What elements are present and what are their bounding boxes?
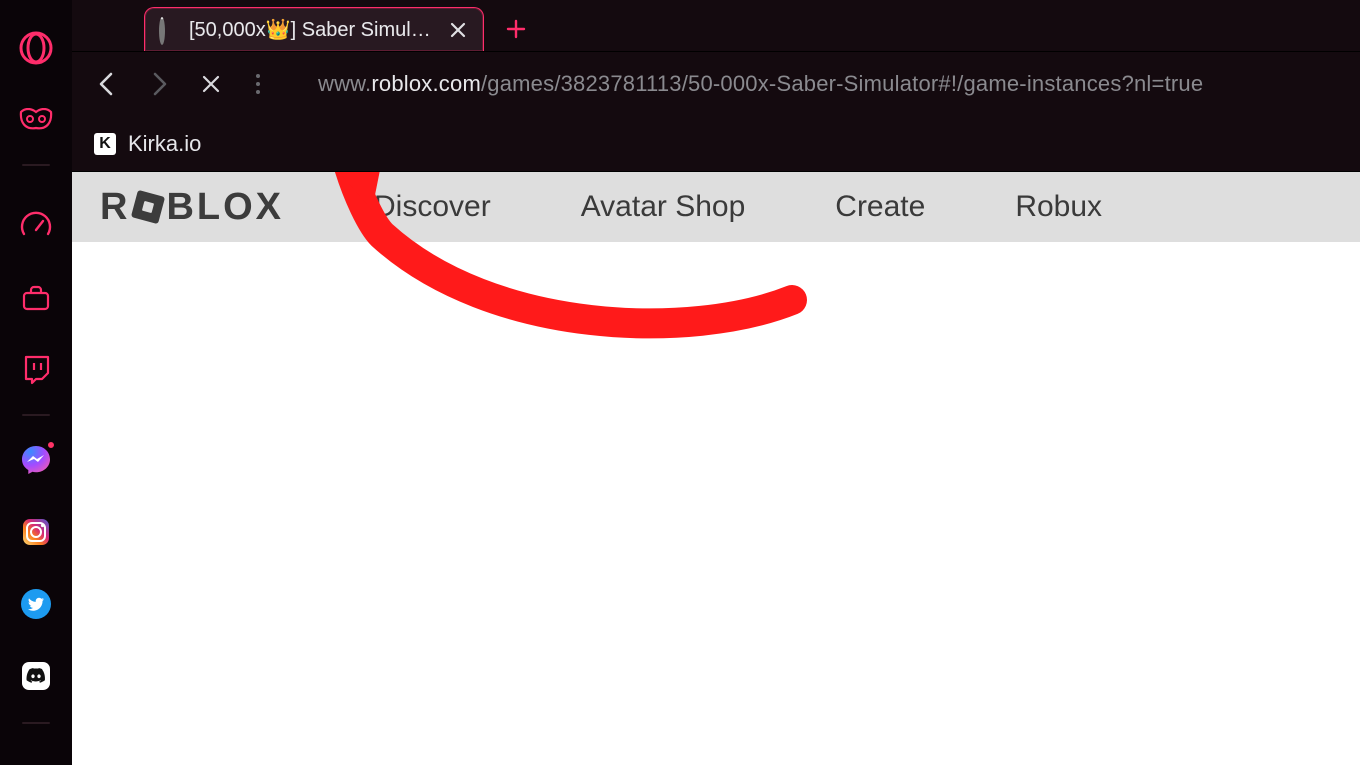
roblox-nav-robux[interactable]: Robux	[1015, 190, 1102, 224]
roblox-nav-avatar-shop[interactable]: Avatar Shop	[581, 190, 746, 224]
sidebar-separator	[22, 414, 50, 416]
twitch-icon	[22, 355, 50, 385]
discord-button[interactable]	[14, 654, 58, 698]
roblox-logo[interactable]: R BLOX	[100, 186, 284, 229]
tab-strip-spacer	[80, 7, 136, 51]
nav-menu-button[interactable]	[246, 67, 270, 101]
roblox-nav-create[interactable]: Create	[835, 190, 925, 224]
bookmark-favicon: K	[94, 133, 116, 155]
kebab-icon	[255, 73, 261, 95]
close-icon	[201, 74, 221, 94]
bookmarks-bar: K Kirka.io	[72, 116, 1360, 172]
main-column: [50,000x👑] Saber Simulator	[72, 0, 1360, 765]
opera-logo-button[interactable]	[14, 26, 58, 70]
twitch-button[interactable]	[14, 348, 58, 392]
tab-close-button[interactable]	[447, 19, 469, 41]
chevron-right-icon	[148, 71, 170, 97]
messenger-button[interactable]	[14, 438, 58, 482]
instagram-button[interactable]	[14, 510, 58, 554]
tab-active[interactable]: [50,000x👑] Saber Simulator	[144, 7, 484, 51]
sidebar-separator	[22, 164, 50, 166]
address-bar[interactable]: www.roblox.com/games/3823781113/50-000x-…	[288, 71, 1342, 97]
roblox-nav-discover[interactable]: Discover	[374, 190, 491, 224]
tab-title: [50,000x👑] Saber Simulator	[189, 17, 437, 42]
roblox-top-nav: R BLOX Discover Avatar Shop Create Robux	[72, 172, 1360, 242]
address-host: roblox.com	[371, 71, 481, 96]
discord-icon	[20, 660, 52, 692]
app-root: [50,000x👑] Saber Simulator	[0, 0, 1360, 765]
gx-mask-button[interactable]	[14, 98, 58, 142]
roblox-logo-text: BLOX	[166, 186, 284, 229]
roblox-logo-square-icon	[131, 190, 165, 224]
speedometer-icon	[20, 210, 52, 242]
opera-sidebar	[0, 0, 72, 765]
nav-forward-button[interactable]	[142, 67, 176, 101]
close-icon	[450, 22, 466, 38]
twitter-icon	[20, 588, 52, 620]
instagram-icon	[20, 516, 52, 548]
plus-icon	[506, 19, 526, 39]
opera-logo-icon	[18, 30, 54, 66]
chevron-left-icon	[96, 71, 118, 97]
notification-dot-icon	[46, 440, 56, 450]
nav-back-button[interactable]	[90, 67, 124, 101]
workspaces-button[interactable]	[14, 276, 58, 320]
twitter-button[interactable]	[14, 582, 58, 626]
roblox-logo-text: R	[100, 186, 130, 229]
page-content: R BLOX Discover Avatar Shop Create Robux	[72, 172, 1360, 765]
sidebar-separator	[22, 722, 50, 724]
tab-strip: [50,000x👑] Saber Simulator	[72, 0, 1360, 52]
address-path: /games/3823781113/50-000x-Saber-Simulato…	[481, 71, 1203, 96]
bookmark-label: Kirka.io	[128, 131, 201, 157]
nav-toolbar: www.roblox.com/games/3823781113/50-000x-…	[72, 52, 1360, 116]
tab-loading-icon	[159, 20, 179, 40]
nav-stop-button[interactable]	[194, 67, 228, 101]
gx-mask-icon	[19, 108, 53, 132]
new-tab-button[interactable]	[498, 11, 534, 47]
bookmark-kirka[interactable]: K Kirka.io	[94, 131, 201, 157]
crown-icon: 👑	[266, 19, 291, 41]
gx-corner-button[interactable]	[14, 204, 58, 248]
briefcase-icon	[21, 284, 51, 312]
address-subdomain: www.	[318, 71, 371, 96]
